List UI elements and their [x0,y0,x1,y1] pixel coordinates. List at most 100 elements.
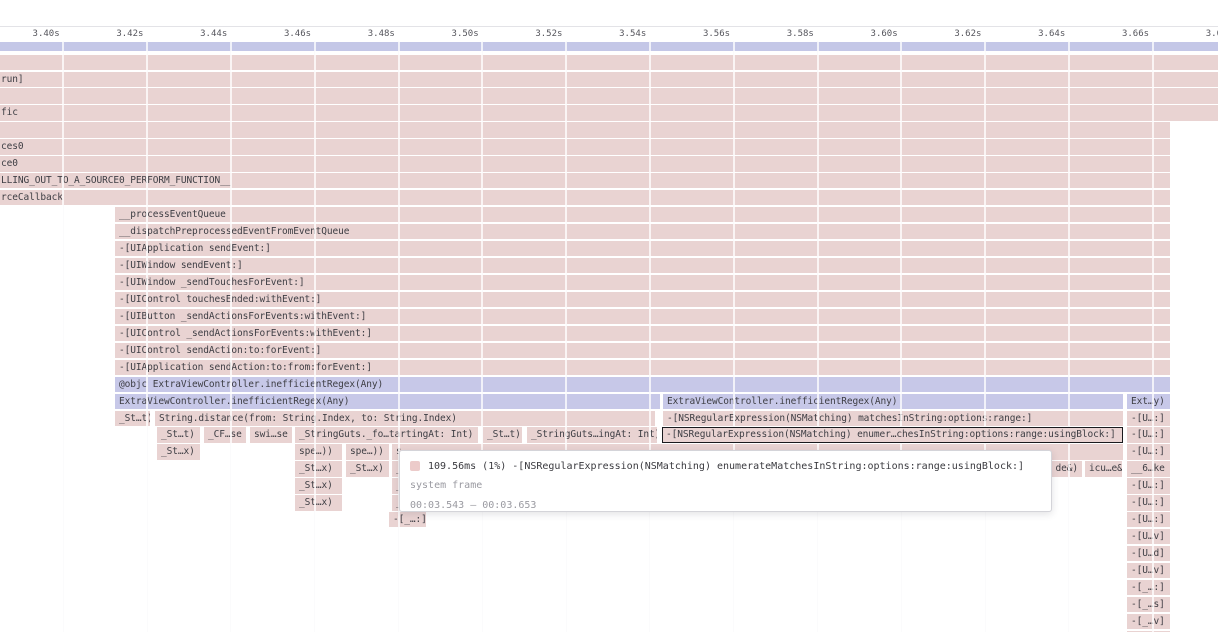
flame-bar-label: -[NSRegularExpression(NSMatching) enumer… [662,427,1116,442]
flame-bar[interactable]: -[U…v] [1127,563,1170,578]
flame-bar-label: -[U…:] [1127,411,1165,426]
selection-tooltip: 109.56ms (1%) -[NSRegularExpression(NSMa… [399,450,1052,512]
flame-bar[interactable]: -[UIControl touchesEnded:withEvent:] [115,292,1170,307]
gridline [398,41,400,632]
flame-bar-label: _StringGuts._fo…tartingAt: Int) [295,427,473,442]
flame-bar[interactable]: -[_…v] [1127,614,1170,629]
flame-bar[interactable]: -[U…:] [1127,444,1170,459]
flame-bar-label: rceCallback [0,190,63,205]
tooltip-color-swatch [410,461,420,471]
flame-bar[interactable]: -[U…d] [1127,546,1170,561]
flame-bar-label: fic [0,105,18,120]
gridline [314,41,316,632]
flame-bar[interactable]: _St…t) [157,427,200,442]
time-ruler: 3.40s3.42s3.44s3.46s3.48s3.50s3.52s3.54s… [0,27,1218,41]
flame-bar[interactable] [0,122,1170,137]
flame-bar[interactable]: _St…x) [295,495,342,510]
flame-bar[interactable]: _St…x) [295,478,342,493]
ruler-tick-label: 3.54s [619,29,646,39]
ruler-tick-label: 3.64s [1038,29,1065,39]
flame-bar-label: -[U…d] [1127,546,1165,561]
flame-bar-selected[interactable]: -[NSRegularExpression(NSMatching) enumer… [662,427,1123,442]
flame-bar-label: String.distance(from: String.Index, to: … [155,411,457,426]
flame-bar[interactable]: _St…t) [115,411,150,426]
tooltip-time-range: 00:03.543 — 00:03.653 [410,496,1041,516]
flame-bar-label: _St…x) [346,461,384,476]
flame-bar[interactable]: -[UIWindow _sendTouchesForEvent:] [115,275,1170,290]
ruler-tick-label: 3.60s [871,29,898,39]
flame-bar-label: -[UIWindow sendEvent:] [115,258,243,273]
flame-bar[interactable]: _St…x) [157,444,200,459]
flame-bar[interactable]: -[UIButton _sendActionsForEvents:withEve… [115,309,1170,324]
flame-bar[interactable]: -[U…:] [1127,478,1170,493]
flame-bar-label: ExtraViewController.inefficientRegex(Any… [663,394,897,409]
flame-bar[interactable]: _St…x) [346,461,389,476]
flame-bar[interactable]: LLING_OUT_TO_A_SOURCE0_PERFORM_FUNCTION_… [0,173,1170,188]
flame-bar-label: -[_…s] [1127,597,1165,612]
flame-bar[interactable]: -[U…:] [1127,427,1170,442]
flame-bar[interactable]: __6…ke [1127,461,1170,476]
flame-bar-label: _St…x) [157,444,195,459]
flame-bar-label: @objc ExtraViewController.inefficientReg… [115,377,383,392]
flame-bar[interactable]: icu…e&) [1085,461,1122,476]
ruler-tick-label: 3.52s [535,29,562,39]
flame-bar-label: -[U…:] [1127,512,1165,527]
flame-bar[interactable]: Ext…y) [1127,394,1170,409]
flame-bar[interactable]: -[UIApplication sendAction:to:from:forEv… [115,360,1170,375]
flame-bar-label: -[_…v] [1127,614,1165,629]
flame-bar[interactable]: _St…x) [295,461,342,476]
flame-bar-label: -[_…:] [1127,580,1165,595]
flame-bar[interactable]: -[_…s] [1127,597,1170,612]
flame-bar-label [0,122,1,137]
flame-bar[interactable] [0,55,1218,70]
flame-bar[interactable]: -[UIControl sendAction:to:forEvent:] [115,343,1170,358]
flame-bar-label: ces0 [0,139,23,154]
flame-bar[interactable]: ces0 [0,139,1170,154]
flame-bar[interactable]: ce0 [0,156,1170,171]
flame-bar[interactable]: @objc ExtraViewController.inefficientReg… [115,377,1170,392]
flame-bar-label: __6…ke [1127,461,1165,476]
ruler-tick-label: 3.68s [1206,29,1218,39]
flame-bar[interactable]: _StringGuts…ingAt: Int) [527,427,657,442]
flame-bar[interactable]: -[UIControl _sendActionsForEvents:withEv… [115,326,1170,341]
flame-bar[interactable]: __processEventQueue [115,207,1170,222]
flame-bar-label: -[U…v] [1127,529,1165,544]
flame-bar[interactable]: fic [0,105,1218,120]
flame-bar-label [0,88,1,103]
flame-bar[interactable]: spe…)) [295,444,342,459]
flame-bar[interactable] [0,88,1218,103]
flame-bar[interactable]: -[U…:] [1127,512,1170,527]
gridline [565,41,567,632]
gridline [481,41,483,632]
flame-bar[interactable]: -[U…:] [1127,495,1170,510]
gridline [1152,41,1154,632]
flame-bar[interactable]: _StringGuts._fo…tartingAt: Int) [295,427,478,442]
flame-bar-label: -[U…:] [1127,478,1165,493]
flame-bar-label: -[UIWindow _sendTouchesForEvent:] [115,275,304,290]
flame-bar[interactable]: rceCallback [0,190,1170,205]
flame-bar[interactable]: -[UIApplication sendEvent:] [115,241,1170,256]
flame-bar[interactable]: spe…)) [346,444,389,459]
flame-bar[interactable]: -[UIWindow sendEvent:] [115,258,1170,273]
ruler-tick-label: 3.44s [200,29,227,39]
flame-bar[interactable]: run] [0,72,1218,87]
gridline [1068,41,1070,632]
flame-bar-label: _St…t) [483,427,521,442]
gridline [733,41,735,632]
flame-bar-label: -[UIControl _sendActionsForEvents:withEv… [115,326,372,341]
gridline [230,41,232,632]
flame-bar[interactable]: swi…se [250,427,292,442]
flame-root-bar[interactable] [0,42,1218,52]
gridline [984,41,986,632]
flame-bar[interactable]: ExtraViewController.inefficientRegex(Any… [115,394,660,409]
flame-bar[interactable]: -[U…:] [1127,411,1170,426]
flame-bar[interactable]: -[_…:] [1127,580,1170,595]
flame-bar-label: _CF…se [204,427,242,442]
flame-bar[interactable]: -[U…v] [1127,529,1170,544]
flame-bar[interactable]: _St…t) [483,427,522,442]
flame-bar-label: -[U…:] [1127,427,1165,442]
flame-bar-label [0,55,1,70]
flame-bar[interactable]: _CF…se [204,427,246,442]
flame-bar[interactable]: __dispatchPreprocessedEventFromEventQueu… [115,224,1170,239]
flame-bar-label: -[U…v] [1127,563,1165,578]
